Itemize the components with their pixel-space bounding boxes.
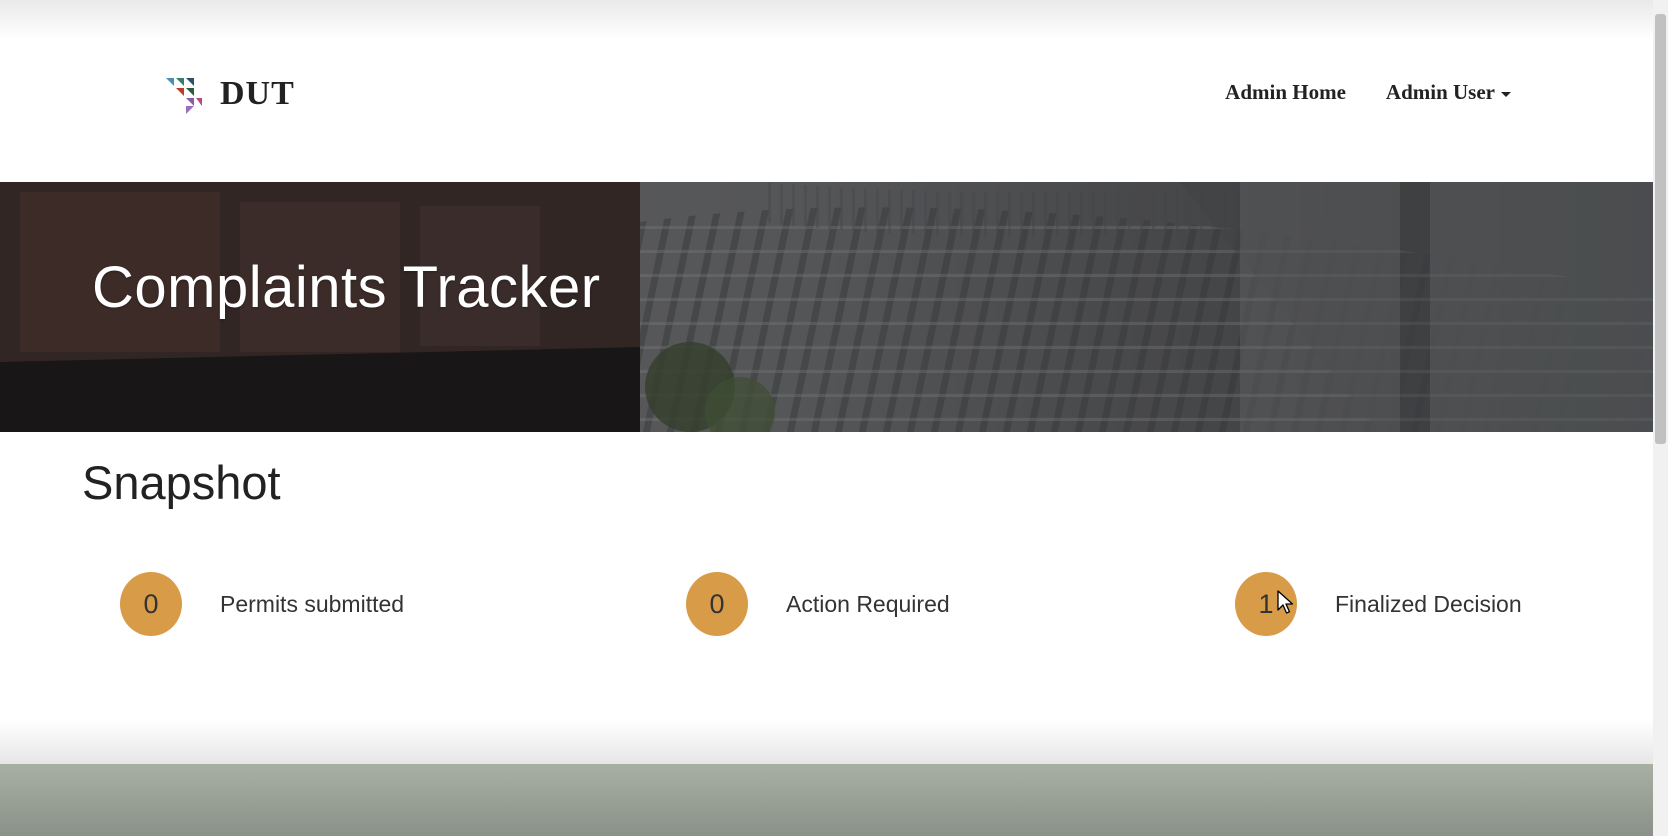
stat-permits-submitted[interactable]: 0 Permits submitted (120, 572, 404, 636)
stat-count-badge: 0 (686, 572, 748, 636)
scrollbar-thumb[interactable] (1655, 14, 1666, 444)
page-title: Complaints Tracker (92, 255, 601, 320)
vertical-scrollbar[interactable] (1653, 0, 1668, 836)
brand-name: DUT (220, 75, 295, 112)
stat-label: Action Required (786, 590, 950, 617)
stat-label: Permits submitted (220, 590, 405, 617)
hero-banner: Complaints Tracker (0, 182, 1653, 432)
top-shade (0, 0, 1653, 40)
snapshot-heading: Snapshot (82, 456, 281, 509)
triangle-logo-icon (166, 78, 202, 114)
page: DUT Admin Home Admin User Complaints Tra… (0, 0, 1653, 836)
caret-down-icon (1501, 91, 1511, 97)
stat-label: Finalized Decision (1335, 590, 1522, 617)
brand[interactable]: DUT (164, 74, 295, 114)
footer-band (0, 764, 1653, 836)
section-divider (0, 720, 1653, 764)
nav-admin-user-dropdown[interactable]: Admin User (1386, 80, 1511, 105)
nav-admin-home[interactable]: Admin Home (1225, 80, 1346, 105)
mouse-pointer-icon (1277, 590, 1294, 614)
main-nav: Admin Home Admin User (1225, 80, 1511, 105)
stat-count-badge: 0 (120, 572, 182, 636)
nav-admin-user-label: Admin User (1385, 80, 1495, 104)
stat-action-required[interactable]: 0 Action Required (686, 572, 950, 636)
navbar: DUT Admin Home Admin User (0, 40, 1653, 182)
